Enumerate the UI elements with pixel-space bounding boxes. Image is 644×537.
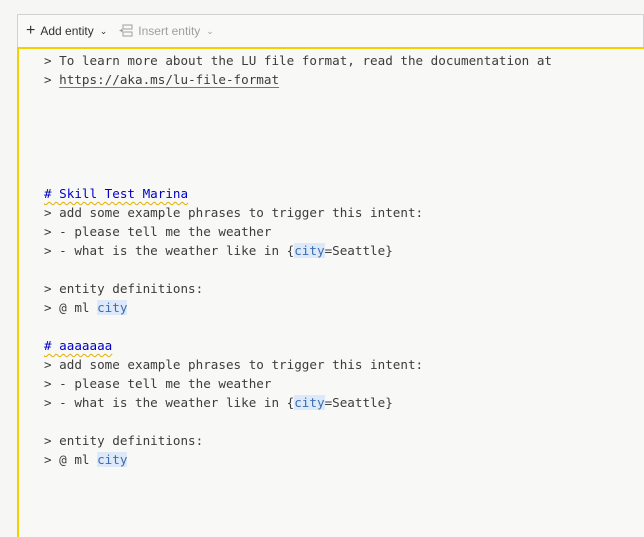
empty-line bbox=[44, 260, 644, 279]
lu-editor-page: + Add entity ⌄ Insert entity ⌄ > To lear… bbox=[0, 0, 644, 537]
empty-line bbox=[44, 412, 644, 431]
add-entity-label: Add entity bbox=[40, 24, 94, 38]
add-entity-button[interactable]: + Add entity ⌄ bbox=[26, 20, 107, 42]
code-line: # Skill Test Marina bbox=[44, 184, 644, 203]
code-line: # aaaaaaa bbox=[44, 336, 644, 355]
entity-definition: > @ ml bbox=[44, 300, 98, 315]
empty-line bbox=[44, 165, 644, 184]
entity-value: =Seattle} bbox=[324, 395, 393, 410]
empty-line bbox=[44, 108, 644, 127]
code-line: > To learn more about the LU file format… bbox=[44, 51, 644, 70]
example-phrase: > - please tell me the weather bbox=[44, 376, 272, 391]
entity-token: city bbox=[294, 395, 325, 410]
code-line: > add some example phrases to trigger th… bbox=[44, 203, 644, 222]
editor-lines: > To learn more about the LU file format… bbox=[44, 51, 644, 469]
empty-line bbox=[44, 317, 644, 336]
empty-line bbox=[44, 146, 644, 165]
empty-line bbox=[44, 127, 644, 146]
code-line: > - what is the weather like in {city=Se… bbox=[44, 393, 644, 412]
insert-entity-button[interactable]: Insert entity ⌄ bbox=[119, 20, 214, 42]
code-line: > - please tell me the weather bbox=[44, 222, 644, 241]
code-line: > @ ml city bbox=[44, 298, 644, 317]
code-line: > @ ml city bbox=[44, 450, 644, 469]
code-line: > - please tell me the weather bbox=[44, 374, 644, 393]
example-phrase: > - what is the weather like in { bbox=[44, 395, 295, 410]
code-line: > entity definitions: bbox=[44, 279, 644, 298]
doc-link[interactable]: https://aka.ms/lu-file-format bbox=[59, 72, 279, 87]
example-phrase: > - what is the weather like in { bbox=[44, 243, 295, 258]
doc-comment-prefix: > bbox=[44, 72, 60, 87]
code-line: > https://aka.ms/lu-file-format bbox=[44, 70, 644, 89]
lu-code-editor[interactable]: > To learn more about the LU file format… bbox=[17, 47, 644, 537]
empty-line bbox=[44, 89, 644, 108]
insert-entity-icon bbox=[119, 24, 133, 37]
doc-comment: > To learn more about the LU file format… bbox=[44, 53, 552, 68]
plus-icon: + bbox=[26, 22, 36, 39]
code-line: > add some example phrases to trigger th… bbox=[44, 355, 644, 374]
entity-definition: > @ ml bbox=[44, 452, 98, 467]
entity-token: city bbox=[97, 452, 128, 467]
entity-definitions-comment: > entity definitions: bbox=[44, 281, 204, 296]
chevron-down-icon: ⌄ bbox=[206, 25, 214, 36]
entity-value: =Seattle} bbox=[324, 243, 393, 258]
intent-comment: > add some example phrases to trigger th… bbox=[44, 205, 424, 220]
intent-heading: # aaaaaaa bbox=[44, 338, 113, 353]
code-line: > entity definitions: bbox=[44, 431, 644, 450]
code-line: > - what is the weather like in {city=Se… bbox=[44, 241, 644, 260]
intent-heading: # Skill Test Marina bbox=[44, 186, 189, 201]
intent-comment: > add some example phrases to trigger th… bbox=[44, 357, 424, 372]
entity-token: city bbox=[97, 300, 128, 315]
insert-entity-label: Insert entity bbox=[138, 24, 201, 38]
entity-token: city bbox=[294, 243, 325, 258]
editor-toolbar: + Add entity ⌄ Insert entity ⌄ bbox=[17, 14, 644, 47]
chevron-down-icon: ⌄ bbox=[99, 25, 108, 36]
example-phrase: > - please tell me the weather bbox=[44, 224, 272, 239]
entity-definitions-comment: > entity definitions: bbox=[44, 433, 204, 448]
